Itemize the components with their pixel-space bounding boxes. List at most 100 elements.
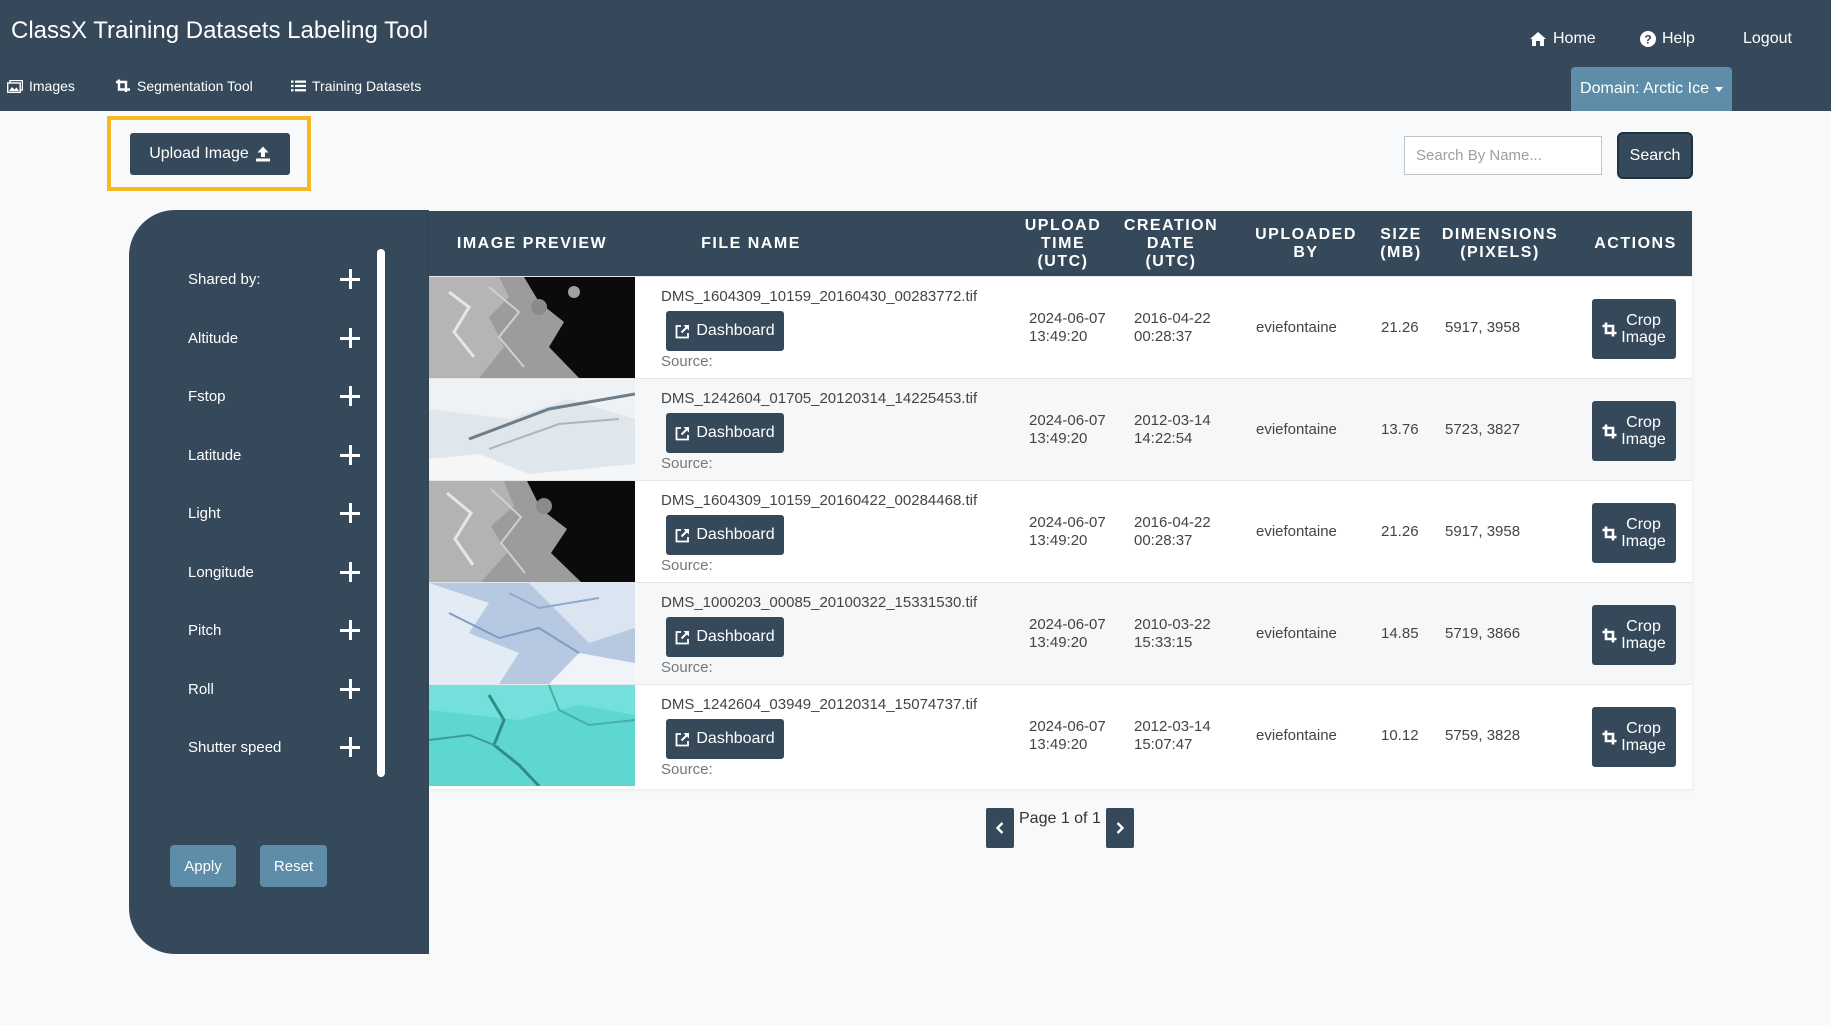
file-name: DMS_1242604_03949_20120314_15074737.tif [661,696,978,713]
uploaded-by-cell: eviefontaine [1256,523,1337,540]
crop-image-button[interactable]: Crop Image [1592,299,1676,359]
dimensions-cell: 5723, 3827 [1445,421,1521,438]
plus-icon[interactable] [340,328,360,348]
filter-pitch[interactable]: Pitch [188,615,360,645]
filter-shared-by[interactable]: Shared by: [188,264,360,294]
upload-time-cell: 2024-06-07 13:49:20 [1029,514,1106,550]
svg-text:?: ? [1644,33,1651,47]
creation-time: 00:28:37 [1134,532,1193,549]
column-header: DIMENSIONS (PIXELS) [1441,225,1559,261]
nav-training-datasets[interactable]: Training Datasets [291,78,421,94]
filter-label: Fstop [188,387,226,405]
filter-scrollbar[interactable] [377,249,385,777]
filter-label: Roll [188,680,214,698]
upload-time: 13:49:20 [1029,430,1088,447]
upload-date: 2024-06-07 [1029,310,1106,327]
top-navbar: ClassX Training Datasets Labeling Tool H… [0,0,1831,111]
crop-image-button[interactable]: Crop Image [1592,401,1676,461]
dashboard-button[interactable]: Dashboard [666,311,784,351]
nav-images[interactable]: Images [7,78,75,94]
filter-shutter-speed[interactable]: Shutter speed [188,732,360,762]
filter-fstop[interactable]: Fstop [188,381,360,411]
upload-icon [255,146,271,162]
creation-time: 15:33:15 [1134,634,1193,651]
dimensions-cell: 5719, 3866 [1445,625,1521,642]
upload-date: 2024-06-07 [1029,412,1106,429]
creation-date: 2016-04-22 [1134,514,1211,531]
logout-link[interactable]: Logout [1743,30,1792,48]
filter-latitude[interactable]: Latitude [188,440,360,470]
home-link[interactable]: Home [1529,30,1596,48]
home-link-label: Home [1553,30,1596,47]
filter-roll[interactable]: Roll [188,674,360,704]
plus-icon[interactable] [340,562,360,582]
caret-down-icon [1714,86,1723,92]
creation-date-cell: 2012-03-14 14:22:54 [1134,412,1211,448]
plus-icon[interactable] [340,445,360,465]
size-cell: 21.26 [1381,523,1419,540]
creation-date: 2012-03-14 [1134,718,1211,735]
creation-date-cell: 2016-04-22 00:28:37 [1134,514,1211,550]
plus-icon[interactable] [340,679,360,699]
nav-training-label: Training Datasets [312,78,422,94]
dashboard-label: Dashboard [696,628,775,645]
dashboard-button[interactable]: Dashboard [666,719,784,759]
list-icon [291,80,306,92]
crop-label-line1: Crop [1626,312,1661,329]
nav-segmentation-tool[interactable]: Segmentation Tool [115,78,253,94]
reset-button[interactable]: Reset [260,845,327,887]
dimensions-cell: 5917, 3958 [1445,319,1521,336]
filter-light[interactable]: Light [188,498,360,528]
file-name: DMS_1000203_00085_20100322_15331530.tif [661,594,978,611]
dashboard-button[interactable]: Dashboard [666,515,784,555]
plus-icon[interactable] [340,386,360,406]
filter-label: Pitch [188,621,222,639]
crop-image-label: Crop Image [1621,312,1665,346]
chevron-left-icon [996,822,1004,834]
nav-images-label: Images [29,78,75,94]
creation-date-cell: 2010-03-22 15:33:15 [1134,616,1211,652]
column-header: FILE NAME [701,234,801,252]
dashboard-button[interactable]: Dashboard [666,617,784,657]
image-preview[interactable] [429,379,635,480]
file-name: DMS_1242604_01705_20120314_14225453.tif [661,390,978,407]
plus-icon[interactable] [340,269,360,289]
column-header: UPLOADED BY [1255,225,1357,261]
upload-image-button[interactable]: Upload Image [130,133,290,175]
image-preview[interactable] [429,583,635,684]
help-link[interactable]: ? Help [1640,30,1695,48]
apply-button[interactable]: Apply [170,845,236,887]
creation-time: 14:22:54 [1134,430,1193,447]
filter-label: Longitude [188,563,254,581]
upload-time: 13:49:20 [1029,634,1088,651]
upload-time: 13:49:20 [1029,328,1088,345]
plus-icon[interactable] [340,620,360,640]
previous-page-button[interactable] [986,808,1014,848]
image-preview[interactable] [429,481,635,582]
domain-dropdown[interactable]: Domain: Arctic Ice [1571,67,1732,111]
next-page-button[interactable] [1106,808,1134,848]
column-header: SIZE (MB) [1380,225,1422,261]
plus-icon[interactable] [340,503,360,523]
creation-date: 2016-04-22 [1134,310,1211,327]
image-preview[interactable] [429,277,635,378]
filter-longitude[interactable]: Longitude [188,557,360,587]
crop-image-button[interactable]: Crop Image [1592,707,1676,767]
search-input[interactable] [1404,136,1602,175]
upload-time-cell: 2024-06-07 13:49:20 [1029,412,1106,448]
dashboard-button[interactable]: Dashboard [666,413,784,453]
crop-label-line1: Crop [1626,414,1661,431]
crop-label-line2: Image [1621,329,1666,346]
plus-icon[interactable] [340,737,360,757]
filter-altitude[interactable]: Altitude [188,323,360,353]
crop-label-line2: Image [1621,431,1666,448]
crop-image-button[interactable]: Crop Image [1592,605,1676,665]
size-cell: 10.12 [1381,727,1419,744]
images-table: IMAGE PREVIEW FILE NAME UPLOAD TIME (UTC… [429,211,1692,789]
source-label: Source: [661,557,713,574]
uploaded-by-cell: eviefontaine [1256,727,1337,744]
image-preview[interactable] [429,685,635,786]
source-label: Source: [661,353,713,370]
crop-image-button[interactable]: Crop Image [1592,503,1676,563]
search-button[interactable]: Search [1617,132,1693,179]
